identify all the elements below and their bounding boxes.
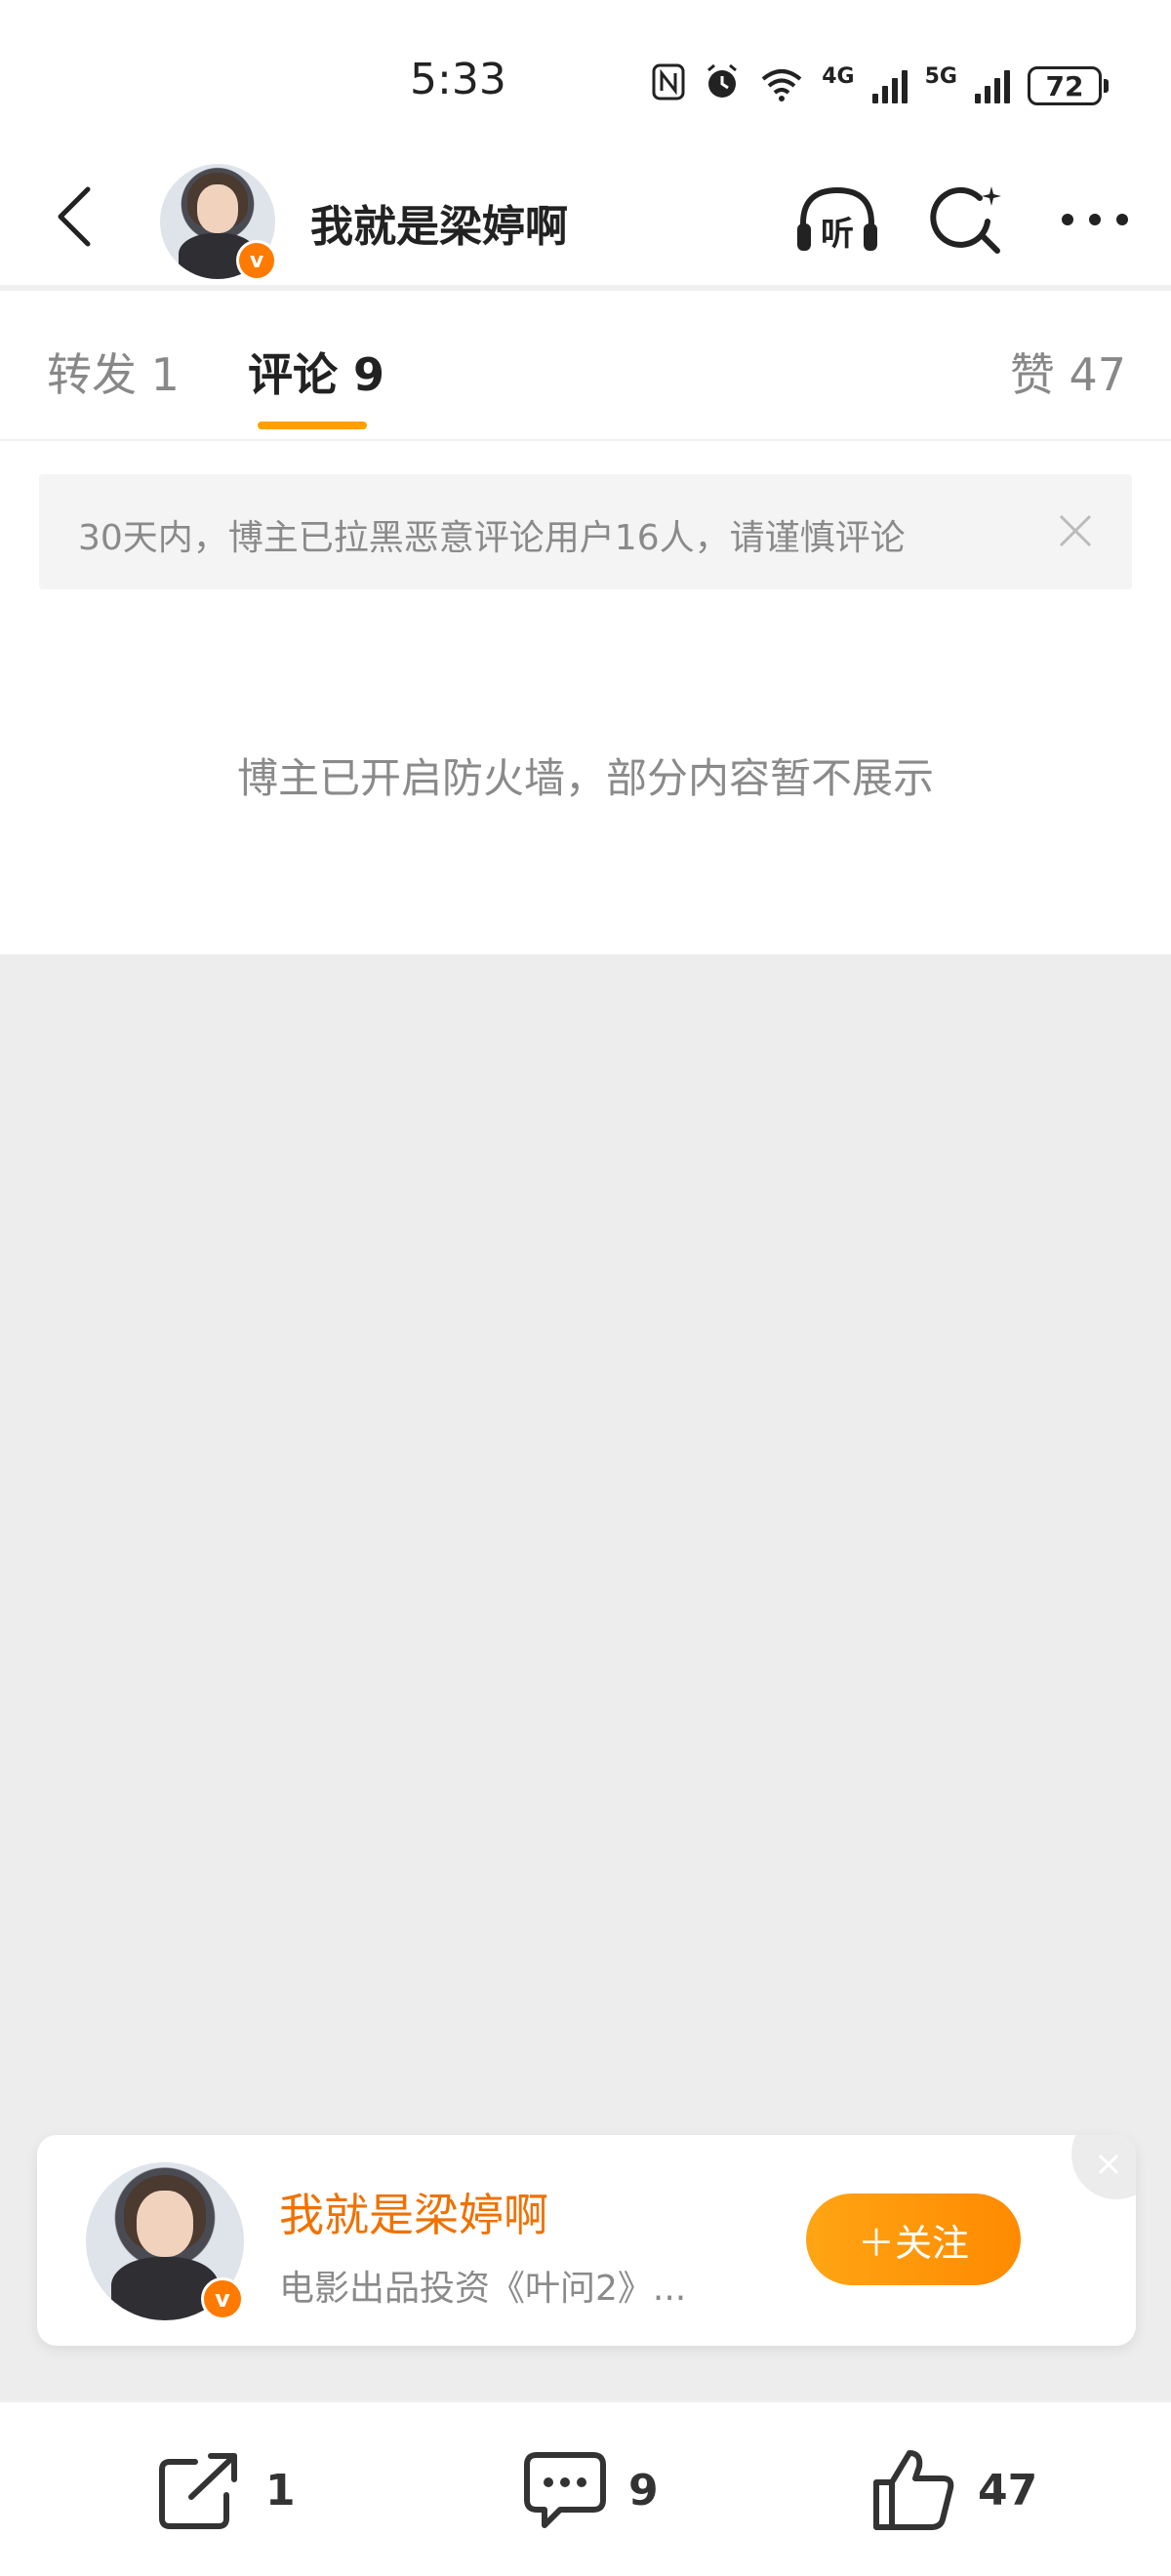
battery-level: 72 xyxy=(1028,66,1102,105)
tab-repost[interactable]: 转发 1 xyxy=(47,340,180,404)
page-title[interactable]: 我就是梁婷啊 xyxy=(310,191,568,254)
verified-badge-icon: v xyxy=(201,2277,244,2320)
network-4g-label: 4G xyxy=(822,63,855,89)
repost-count: 1 xyxy=(265,2465,296,2516)
like-button[interactable]: 47 xyxy=(870,2441,1037,2539)
network-5g-label: 5G xyxy=(924,63,957,89)
follow-button[interactable]: ＋关注 xyxy=(806,2194,1021,2285)
repost-button[interactable]: 1 xyxy=(156,2441,296,2539)
tab-comment[interactable]: 评论 9 xyxy=(248,340,384,404)
blocked-users-notice: 30天内，博主已拉黑恶意评论用户16人，请谨慎评论 xyxy=(39,474,1132,589)
alarm-icon xyxy=(703,62,742,110)
header: v 我就是梁婷啊 听 xyxy=(0,146,1171,291)
like-count: 47 xyxy=(978,2465,1038,2516)
close-icon xyxy=(1098,2153,1119,2175)
battery-icon: 72 xyxy=(1028,66,1109,105)
notice-text: 30天内，博主已拉黑恶意评论用户16人，请谨慎评论 xyxy=(78,518,906,558)
status-bar: 5:33 4G 5G 72 xyxy=(0,0,1171,146)
listen-button[interactable]: 听 xyxy=(790,176,884,263)
card-description: 电影出品投资《叶问2》... xyxy=(279,2269,687,2309)
search-button[interactable] xyxy=(919,176,1013,263)
listen-icon: 听 xyxy=(797,186,877,254)
back-button[interactable] xyxy=(35,178,113,256)
page: 5:33 4G 5G 72 v 我就是梁婷啊 听 转发 1 评论 9 赞 47 … xyxy=(0,0,1171,2576)
wifi-icon xyxy=(759,65,804,106)
notice-close-button[interactable] xyxy=(1048,503,1103,558)
comment-count: 9 xyxy=(628,2465,659,2516)
tab-like[interactable]: 赞 47 xyxy=(1010,340,1126,404)
firewall-message: 博主已开启防火墙，部分内容暂不展示 xyxy=(236,754,934,802)
verified-badge-icon: v xyxy=(236,240,277,281)
status-time: 5:33 xyxy=(410,55,506,104)
header-actions: 听 xyxy=(790,176,1142,263)
share-icon xyxy=(159,2453,237,2529)
tabs: 转发 1 评论 9 赞 47 xyxy=(0,297,1171,441)
comment-icon xyxy=(524,2452,606,2528)
signal-5g-icon xyxy=(975,68,1010,103)
nfc-icon xyxy=(652,63,685,109)
card-name[interactable]: 我就是梁婷啊 xyxy=(279,2180,548,2244)
active-tab-indicator xyxy=(258,422,367,429)
card-close-button[interactable] xyxy=(1071,2135,1136,2199)
close-icon xyxy=(1059,514,1092,547)
thumbs-up-icon xyxy=(873,2450,954,2530)
search-icon xyxy=(930,186,1001,254)
signal-4g-icon xyxy=(871,68,908,103)
status-icons: 4G 5G 72 xyxy=(652,59,1109,113)
more-icon xyxy=(1062,214,1128,225)
follow-card: v 我就是梁婷啊 电影出品投资《叶问2》... ＋关注 xyxy=(37,2135,1136,2346)
comment-button[interactable]: 9 xyxy=(521,2441,659,2539)
more-button[interactable] xyxy=(1048,176,1142,263)
bottom-action-bar: 1 9 47 xyxy=(0,2400,1171,2576)
listen-label: 听 xyxy=(821,215,854,254)
back-icon xyxy=(58,186,91,247)
